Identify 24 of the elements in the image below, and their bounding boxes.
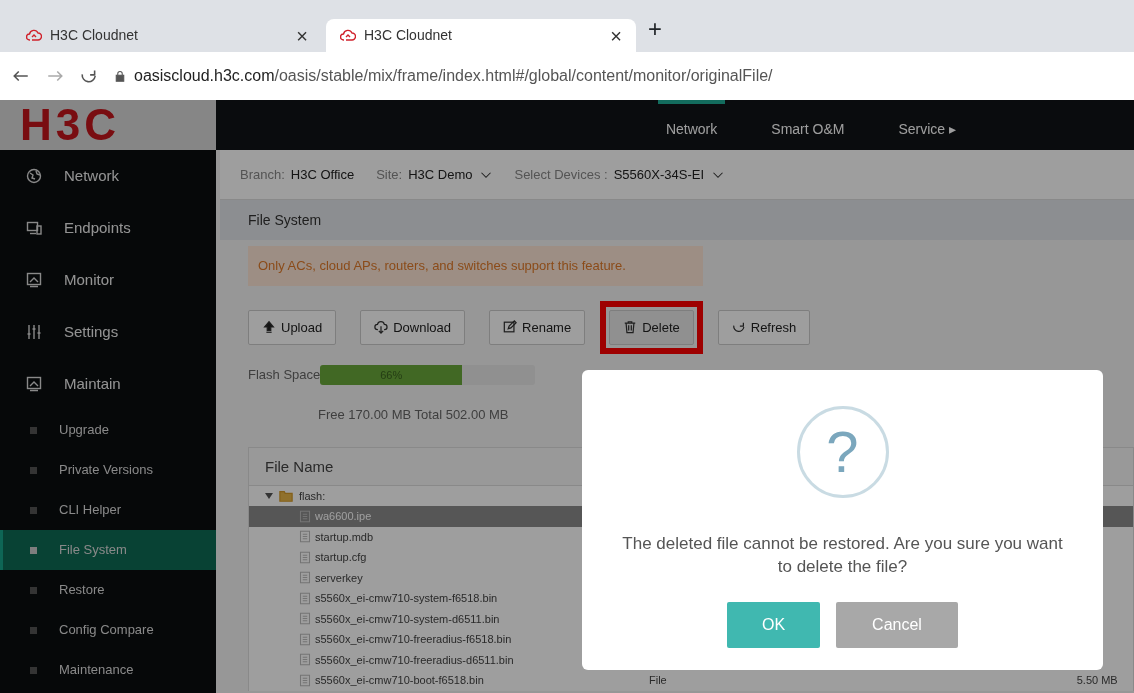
logo: H3C — [0, 100, 216, 150]
file-name: startup.mdb — [315, 529, 374, 545]
filter-label: Select Devices : — [514, 165, 608, 184]
filter-label: Branch: — [240, 165, 285, 184]
file-name: startup.cfg — [315, 550, 367, 565]
storage-summary: Free 170.00 MB Total 502.00 MB — [318, 406, 510, 424]
table-cell-text: File — [649, 673, 667, 688]
question-icon: ? — [796, 406, 889, 498]
filter-label: Site: — [376, 165, 403, 184]
flash-space-label: Flash Space — [248, 366, 321, 385]
tab-title: H3C Cloudnet — [364, 26, 453, 45]
tab-title: H3C Cloudnet — [50, 26, 139, 45]
warning-message: Only ACs, cloud APs, routers, and switches support this feature. — [248, 246, 703, 286]
file-name: serverkey — [315, 570, 363, 586]
file-name: s5560x_ei-cmw710-system-f6518.bin — [315, 591, 498, 606]
url-text: oasiscloud.h3c.com/oasis/stable/mix/frame/index.html#/global/content/monitor/originalFile/ — [134, 66, 773, 86]
page-title: File System — [220, 200, 1134, 240]
file-name: s5560x_ei-cmw710-system-d6511.bin — [315, 611, 500, 627]
file-name: s5560x_ei-cmw710-freeradius-f6518.bin — [315, 632, 512, 647]
table-cell-text: 5.50 MB — [1076, 673, 1118, 688]
dialog-message: The deleted file cannot be restored. Are you sure you want to delete the file? — [621, 533, 1064, 578]
file-name: wa6600.ipe — [315, 509, 372, 524]
file-name: s5560x_ei-cmw710-freeradius-d6511.bin — [315, 652, 514, 668]
file-name: s5560x_ei-cmw710-boot-f6518.bin — [315, 673, 484, 688]
